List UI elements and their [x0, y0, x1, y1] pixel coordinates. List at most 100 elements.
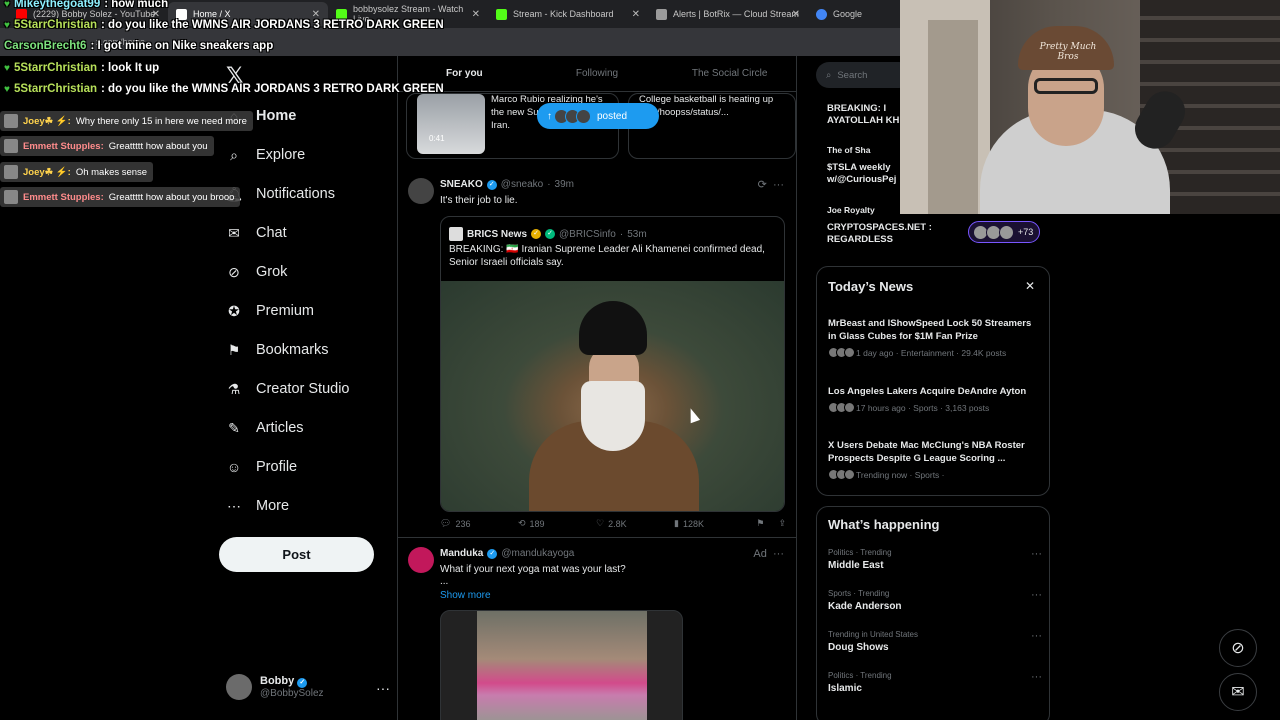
nav-more[interactable]: ⋯ More: [226, 498, 289, 515]
nav-grok[interactable]: ⊘ Grok: [226, 264, 287, 281]
avatar[interactable]: [408, 547, 434, 573]
tab-label: Home / X: [193, 9, 231, 19]
nav-notifications[interactable]: 🔔︎Notifications: [225, 186, 335, 203]
nav-label: Home: [256, 108, 297, 124]
more-icon[interactable]: ···: [1031, 548, 1042, 560]
nav-bookmarks[interactable]: ⚑ Bookmarks: [226, 342, 329, 359]
news-item[interactable]: Los Angeles Lakers Acquire DeAndre Ayton…: [828, 385, 1042, 413]
trend-item[interactable]: Politics · Trending Middle East ···: [828, 548, 1042, 571]
trend-line[interactable]: The of Sha: [827, 144, 870, 156]
tweet-ad[interactable]: Manduka ✓ @mandukayoga Ad ··· What if yo…: [398, 539, 796, 720]
search-icon: ⌕: [230, 146, 238, 163]
tab-kick-dashboard[interactable]: Stream - Kick Dashboard ✕: [488, 2, 648, 26]
reply-button[interactable]: 💬︎ 236: [440, 518, 518, 529]
nav-label: Creator Studio: [256, 381, 350, 397]
nav-label: Notifications: [256, 186, 335, 202]
nav-premium[interactable]: ✪ Premium: [226, 302, 315, 320]
new-posts-pill[interactable]: ↑ posted: [537, 103, 659, 129]
trend-item[interactable]: Sports · Trending Kade Anderson ···: [828, 589, 1042, 612]
nav-label: Explore: [256, 147, 306, 163]
author-handle[interactable]: @mandukayoga: [501, 548, 574, 559]
heart-icon: ♡: [596, 518, 605, 528]
quote-tweet[interactable]: BRICS News ✓ ✓ @BRICSinfo · 53m BREAKING…: [440, 216, 785, 512]
account-switcher[interactable]: Bobby ✓ @BobbySolez ···: [226, 674, 396, 700]
news-item[interactable]: X Users Debate Mac McClung's NBA Roster …: [828, 439, 1042, 480]
avatar[interactable]: [408, 178, 434, 204]
nav-label: Premium: [256, 303, 315, 319]
avatar: [4, 190, 18, 204]
tab-social-circle[interactable]: The Social Circle: [663, 56, 796, 91]
feed-tabs: For you Following The Social Circle: [398, 56, 796, 92]
nav-articles[interactable]: ✎ Articles: [226, 419, 303, 437]
separator: ·: [619, 228, 624, 240]
webcam-overlay: Pretty Much Bros: [900, 0, 1280, 214]
views-button[interactable]: ▮ 128K: [674, 518, 752, 529]
ad-image[interactable]: [440, 610, 683, 720]
verified-icon: ✓: [487, 548, 498, 559]
trend-item[interactable]: Trending in United States Doug Shows ···: [828, 630, 1042, 653]
yoga-photo: [477, 611, 647, 720]
bookmark-icon[interactable]: ⚑: [756, 518, 764, 529]
chat-pill-message: Emmett Stupples: Greattttt how about you: [0, 136, 214, 156]
trend-line[interactable]: Joe Royalty: [827, 204, 875, 216]
messages-float-button[interactable]: ✉: [1219, 673, 1257, 711]
tab-following[interactable]: Following: [531, 56, 664, 91]
close-icon[interactable]: ✕: [152, 9, 160, 20]
account-handle: @BobbySolez: [260, 688, 324, 699]
premium-icon: ✪: [228, 302, 240, 319]
quote-header: BRICS News ✓ ✓ @BRICSinfo · 53m: [449, 227, 647, 241]
spaces-listeners-badge[interactable]: +73: [968, 221, 1040, 243]
more-icon[interactable]: ···: [376, 680, 390, 696]
tweet-text: What if your next yoga mat was your last…: [440, 564, 626, 575]
nav-creator-studio[interactable]: ⚗ Creator Studio: [226, 380, 350, 398]
tab-label: Stream - Kick Dashboard: [513, 9, 614, 19]
like-button[interactable]: ♡ 2.8K: [596, 518, 674, 529]
timeline: For you Following The Social Circle Marc…: [397, 56, 797, 720]
post-button[interactable]: Post: [219, 537, 374, 572]
envelope-icon: ✉: [228, 224, 240, 241]
avatar: [4, 139, 18, 153]
more-icon[interactable]: ···: [1031, 671, 1042, 683]
kick-icon: [496, 8, 507, 20]
news-item[interactable]: MrBeast and IShowSpeed Lock 50 Streamers…: [828, 317, 1042, 358]
avatar: [449, 227, 463, 241]
more-icon[interactable]: ⟳ ···: [758, 178, 784, 191]
nav-explore[interactable]: ⌕ Explore: [226, 146, 306, 164]
nav-profile[interactable]: ☺ Profile: [226, 459, 297, 475]
close-icon[interactable]: ✕: [1025, 279, 1035, 293]
close-icon[interactable]: ✕: [632, 9, 640, 20]
search-input[interactable]: ⌕ Search: [816, 62, 912, 88]
nav-chat[interactable]: ✉ Chat: [226, 224, 287, 242]
grok-float-button[interactable]: ⊘: [1219, 629, 1257, 667]
grok-icon: ⊘: [1231, 640, 1245, 657]
trend-item[interactable]: Politics · Trending Islamic ···: [828, 671, 1042, 694]
avatar-stack: [828, 469, 855, 480]
ad-label: Ad ···: [753, 548, 784, 560]
more-icon[interactable]: ···: [773, 548, 784, 560]
author-name[interactable]: SNEAKO: [440, 179, 483, 190]
more-icon[interactable]: ···: [1031, 630, 1042, 642]
close-icon[interactable]: ✕: [312, 9, 320, 20]
author-handle[interactable]: @sneako: [501, 179, 543, 190]
article-icon: ✎: [228, 419, 240, 436]
more-icon[interactable]: ···: [1031, 589, 1042, 601]
close-icon[interactable]: ✕: [792, 9, 800, 20]
tweet-time[interactable]: 39m: [555, 179, 574, 190]
share-icon[interactable]: ⇪: [778, 518, 786, 529]
tweet-ellipsis: ...: [440, 576, 449, 587]
author-name[interactable]: Manduka: [440, 548, 483, 559]
tab-botrix[interactable]: Alerts | BotRix — Cloud Stream ✕: [648, 2, 808, 26]
creator-studio-icon: ⚗: [227, 380, 241, 397]
heart-icon: ♥: [4, 19, 10, 31]
show-more-link[interactable]: Show more: [440, 590, 491, 601]
verified-icon: ✓: [486, 179, 497, 190]
todays-news-box: Today’s News ✕ MrBeast and IShowSpeed Lo…: [816, 266, 1050, 496]
tweet-header: SNEAKO ✓ @sneako · 39m: [440, 179, 574, 190]
quote-image[interactable]: [441, 281, 784, 511]
close-icon[interactable]: ✕: [472, 9, 480, 20]
trend-line[interactable]: CRYPTOSPACES.NET : REGARDLESS: [827, 222, 947, 246]
tweet[interactable]: SNEAKO ✓ @sneako · 39m ⟳ ··· It's their …: [398, 170, 796, 538]
repost-button[interactable]: ⟲ 189: [518, 518, 596, 529]
video-thumbnail: [417, 94, 485, 154]
turban-shape: [579, 301, 647, 355]
